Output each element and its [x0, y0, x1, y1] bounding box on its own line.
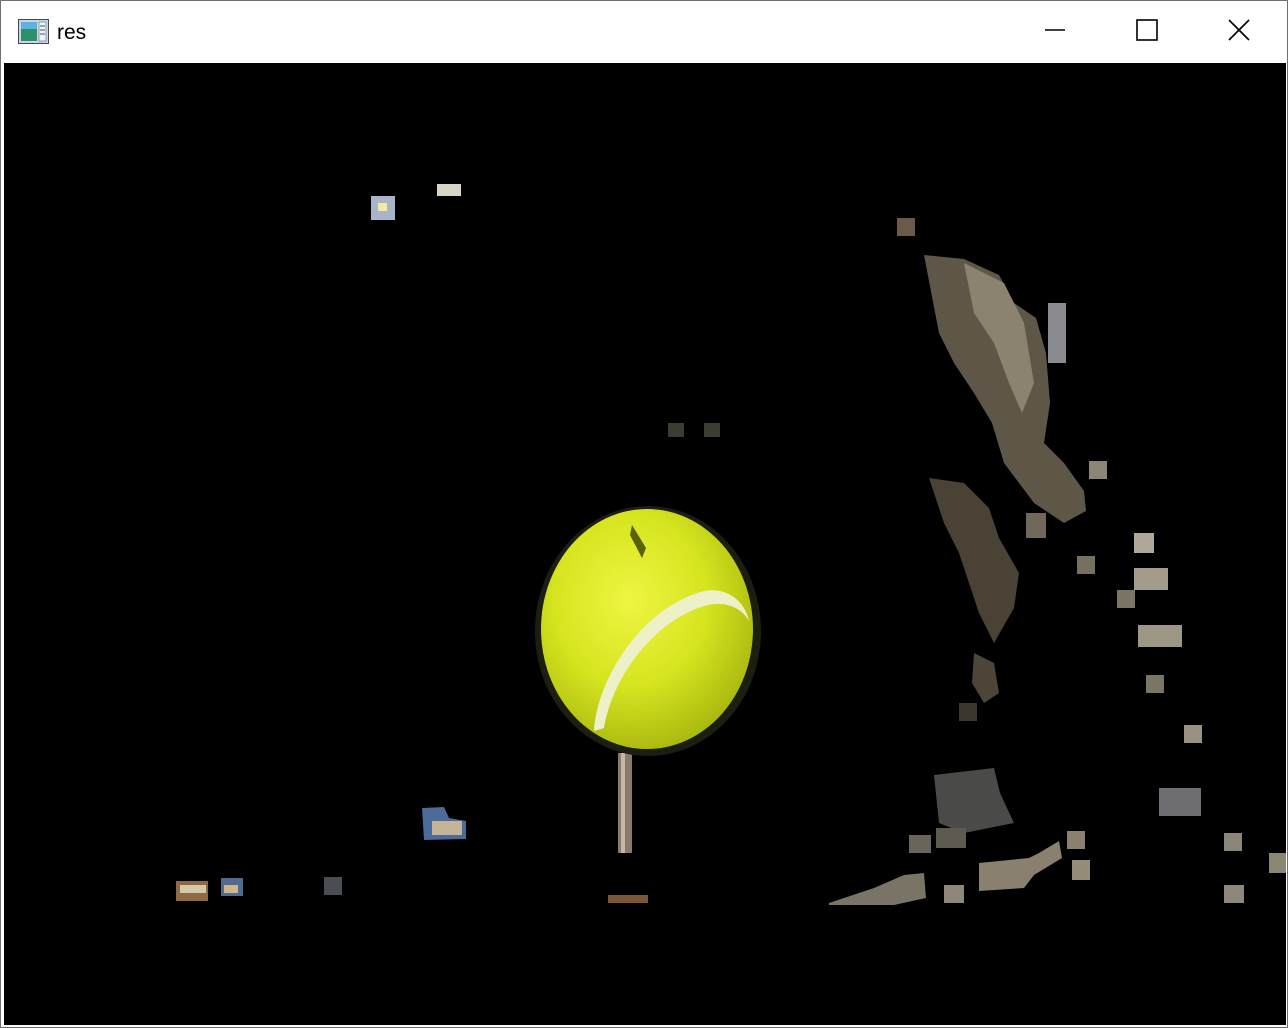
image-fragment — [1224, 885, 1244, 903]
image-fragment — [668, 423, 684, 437]
image-fragment — [1117, 590, 1135, 608]
image-fragment — [1269, 853, 1286, 873]
image-window: res — [0, 0, 1288, 1028]
image-fragment — [959, 703, 977, 721]
image-fragment — [1138, 625, 1182, 647]
image-fragment — [934, 768, 1014, 833]
image-fragment — [1134, 533, 1154, 553]
image-fragment — [1224, 833, 1242, 851]
maximize-icon — [1136, 18, 1158, 46]
image-fragment — [704, 423, 720, 437]
close-button[interactable] — [1193, 1, 1285, 63]
stick-base — [608, 895, 648, 903]
image-fragment — [936, 828, 966, 848]
image-fragment — [1134, 568, 1168, 590]
image-fragment — [1089, 461, 1107, 479]
close-icon — [1228, 18, 1250, 46]
image-fragment — [1146, 675, 1164, 693]
image-canvas[interactable] — [4, 63, 1286, 1025]
image-fragment — [1048, 303, 1066, 363]
image-fragment — [1026, 513, 1046, 538]
segmented-image — [176, 184, 1286, 905]
image-fragment — [1077, 556, 1095, 574]
minimize-button[interactable] — [1009, 1, 1101, 63]
stick — [621, 753, 625, 853]
maximize-button[interactable] — [1101, 1, 1193, 63]
image-fragment — [829, 873, 926, 905]
title-bar[interactable]: res — [1, 1, 1287, 63]
opencv-image-window-icon — [18, 19, 50, 45]
window-title: res — [57, 21, 87, 44]
image-fragment — [324, 877, 342, 895]
image-fragment — [180, 885, 206, 893]
image-fragment — [1067, 831, 1085, 849]
image-fragment — [944, 885, 964, 903]
image-fragment — [437, 184, 461, 196]
image-fragment — [378, 203, 387, 211]
image-fragment — [972, 653, 999, 703]
image-fragment — [1159, 788, 1201, 816]
image-fragment — [897, 218, 915, 236]
image-fragment — [1072, 860, 1090, 880]
image-fragment — [224, 885, 238, 893]
minimize-icon — [1045, 20, 1065, 45]
image-fragment — [929, 478, 1019, 643]
image-fragment — [979, 841, 1062, 891]
image-fragment — [432, 821, 462, 835]
image-fragment — [909, 835, 931, 853]
image-fragment — [1184, 725, 1202, 743]
